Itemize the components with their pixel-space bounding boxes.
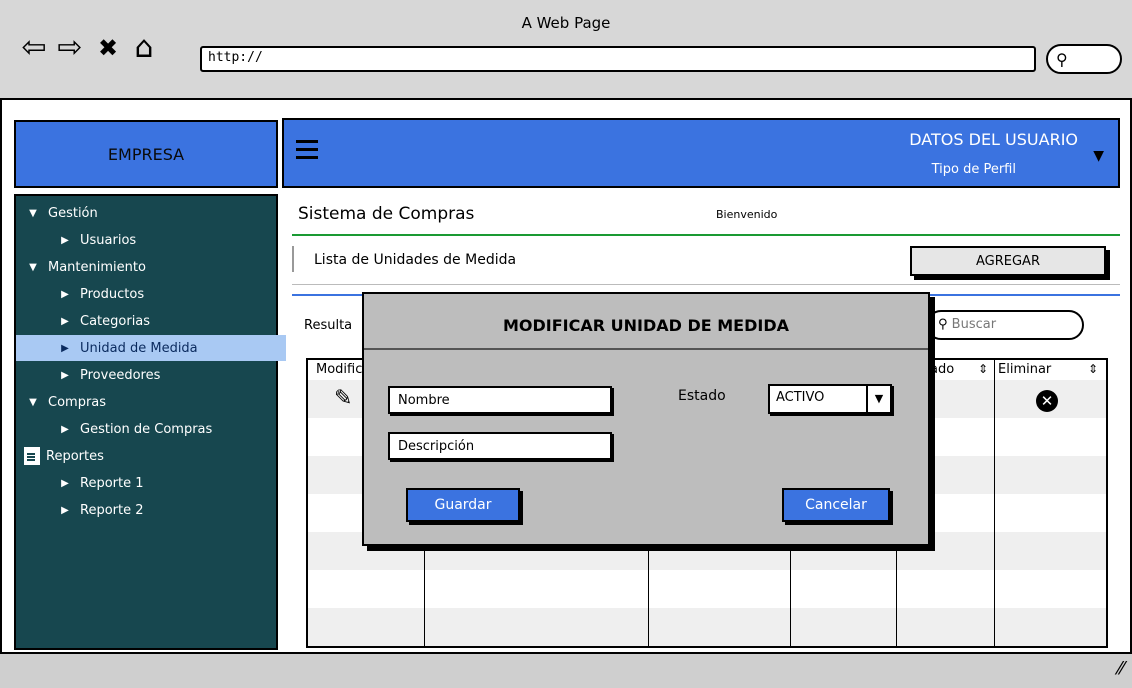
sidebar-item-usuarios[interactable]: ▶ Usuarios bbox=[16, 227, 318, 253]
estado-select[interactable]: ACTIVO ▼ bbox=[768, 384, 892, 414]
home-icon[interactable]: ⌂ bbox=[128, 33, 160, 65]
window-title: A Web Page bbox=[521, 14, 611, 32]
caret-down-icon: ▼ bbox=[29, 207, 37, 219]
sidebar-item-categorias[interactable]: ▶ Categorias bbox=[16, 308, 318, 334]
status-bar: ⁄⁄ bbox=[0, 652, 1132, 688]
caret-right-icon: ▶ bbox=[61, 477, 69, 489]
caret-right-icon: ▶ bbox=[61, 315, 69, 327]
caret-down-icon: ▼ bbox=[29, 396, 37, 408]
welcome-text: Bienvenido bbox=[716, 208, 778, 221]
estado-label: Estado bbox=[678, 388, 726, 404]
list-title: Lista de Unidades de Medida bbox=[314, 252, 517, 268]
edit-icon[interactable]: ✎ bbox=[334, 386, 352, 411]
edit-unit-modal: MODIFICAR UNIDAD DE MEDIDA Nombre Descri… bbox=[362, 292, 930, 546]
descripcion-field[interactable]: Descripción bbox=[388, 432, 612, 460]
page-title: Sistema de Compras bbox=[298, 204, 475, 224]
url-input[interactable]: http:// bbox=[200, 46, 1036, 72]
table-row bbox=[308, 608, 1106, 646]
caret-down-icon: ▼ bbox=[29, 261, 37, 273]
forward-icon[interactable]: ⇨ bbox=[54, 33, 86, 65]
results-label: Resulta bbox=[304, 318, 353, 333]
chevron-down-icon[interactable]: ▼ bbox=[866, 386, 890, 412]
estado-value: ACTIVO bbox=[776, 390, 825, 405]
caret-right-icon: ▶ bbox=[61, 423, 69, 435]
sidebar: ▼ Gestión ▶ Usuarios ▼ Mantenimiento ▶ P… bbox=[14, 194, 318, 650]
column-header-estado[interactable]: ado bbox=[930, 362, 954, 377]
search-icon: ⚲ bbox=[938, 317, 948, 332]
column-header-modificar[interactable]: Modific bbox=[316, 362, 362, 377]
divider bbox=[364, 348, 928, 350]
column-header-eliminar[interactable]: Eliminar bbox=[998, 362, 1051, 377]
sort-icon[interactable]: ⇕ bbox=[978, 362, 988, 376]
sort-icon[interactable]: ⇕ bbox=[1088, 362, 1098, 376]
search-icon: ⚲ bbox=[1056, 50, 1068, 69]
caret-right-icon: ▶ bbox=[61, 234, 69, 246]
sidebar-item-reporte-2[interactable]: ▶ Reporte 2 bbox=[16, 497, 318, 523]
sidebar-item-mantenimiento[interactable]: ▼ Mantenimiento bbox=[16, 254, 286, 280]
caret-right-icon: ▶ bbox=[61, 288, 69, 300]
divider bbox=[292, 284, 1120, 285]
search-placeholder: Buscar bbox=[951, 317, 997, 332]
delete-icon[interactable]: ✕ bbox=[1036, 390, 1058, 412]
divider bbox=[292, 246, 294, 272]
user-profile-type: Tipo de Perfil bbox=[931, 162, 1016, 177]
divider bbox=[292, 234, 1120, 236]
brand-logo: EMPRESA bbox=[14, 120, 278, 188]
nombre-field[interactable]: Nombre bbox=[388, 386, 612, 414]
caret-right-icon: ▶ bbox=[61, 369, 69, 381]
browser-search-box[interactable]: ⚲ bbox=[1046, 44, 1122, 74]
save-button[interactable]: Guardar bbox=[406, 488, 520, 522]
caret-right-icon: ▶ bbox=[61, 504, 69, 516]
cancel-button[interactable]: Cancelar bbox=[782, 488, 890, 522]
user-name[interactable]: DATOS DEL USUARIO bbox=[909, 130, 1078, 149]
caret-right-icon: ▶ bbox=[61, 342, 69, 354]
sidebar-item-gestion[interactable]: ▼ Gestión bbox=[16, 200, 286, 226]
sidebar-item-compras[interactable]: ▼ Compras bbox=[16, 389, 286, 415]
resize-grip-icon[interactable]: ⁄⁄ bbox=[1118, 658, 1124, 679]
sidebar-item-reportes[interactable]: Reportes bbox=[16, 443, 284, 469]
document-icon bbox=[24, 447, 40, 465]
sidebar-item-proveedores[interactable]: ▶ Proveedores bbox=[16, 362, 318, 388]
add-button[interactable]: AGREGAR bbox=[910, 246, 1106, 276]
stop-icon[interactable]: ✖ bbox=[92, 33, 124, 65]
sidebar-item-unidad-de-medida[interactable]: ▶ Unidad de Medida bbox=[16, 335, 318, 361]
search-input[interactable]: ⚲ Buscar bbox=[926, 310, 1084, 340]
menu-icon[interactable] bbox=[296, 140, 318, 160]
column-divider bbox=[994, 360, 995, 646]
top-bar: DATOS DEL USUARIO Tipo de Perfil ▼ bbox=[282, 118, 1120, 188]
chevron-down-icon[interactable]: ▼ bbox=[1093, 148, 1104, 164]
back-icon[interactable]: ⇦ bbox=[18, 33, 50, 65]
sidebar-item-productos[interactable]: ▶ Productos bbox=[16, 281, 318, 307]
modal-title: MODIFICAR UNIDAD DE MEDIDA bbox=[502, 316, 790, 335]
table-row bbox=[308, 570, 1106, 608]
sidebar-item-reporte-1[interactable]: ▶ Reporte 1 bbox=[16, 470, 318, 496]
browser-toolbar: A Web Page ⇦ ⇨ ✖ ⌂ http:// ⚲ bbox=[0, 0, 1132, 100]
sidebar-item-gestion-de-compras[interactable]: ▶ Gestion de Compras bbox=[16, 416, 318, 442]
